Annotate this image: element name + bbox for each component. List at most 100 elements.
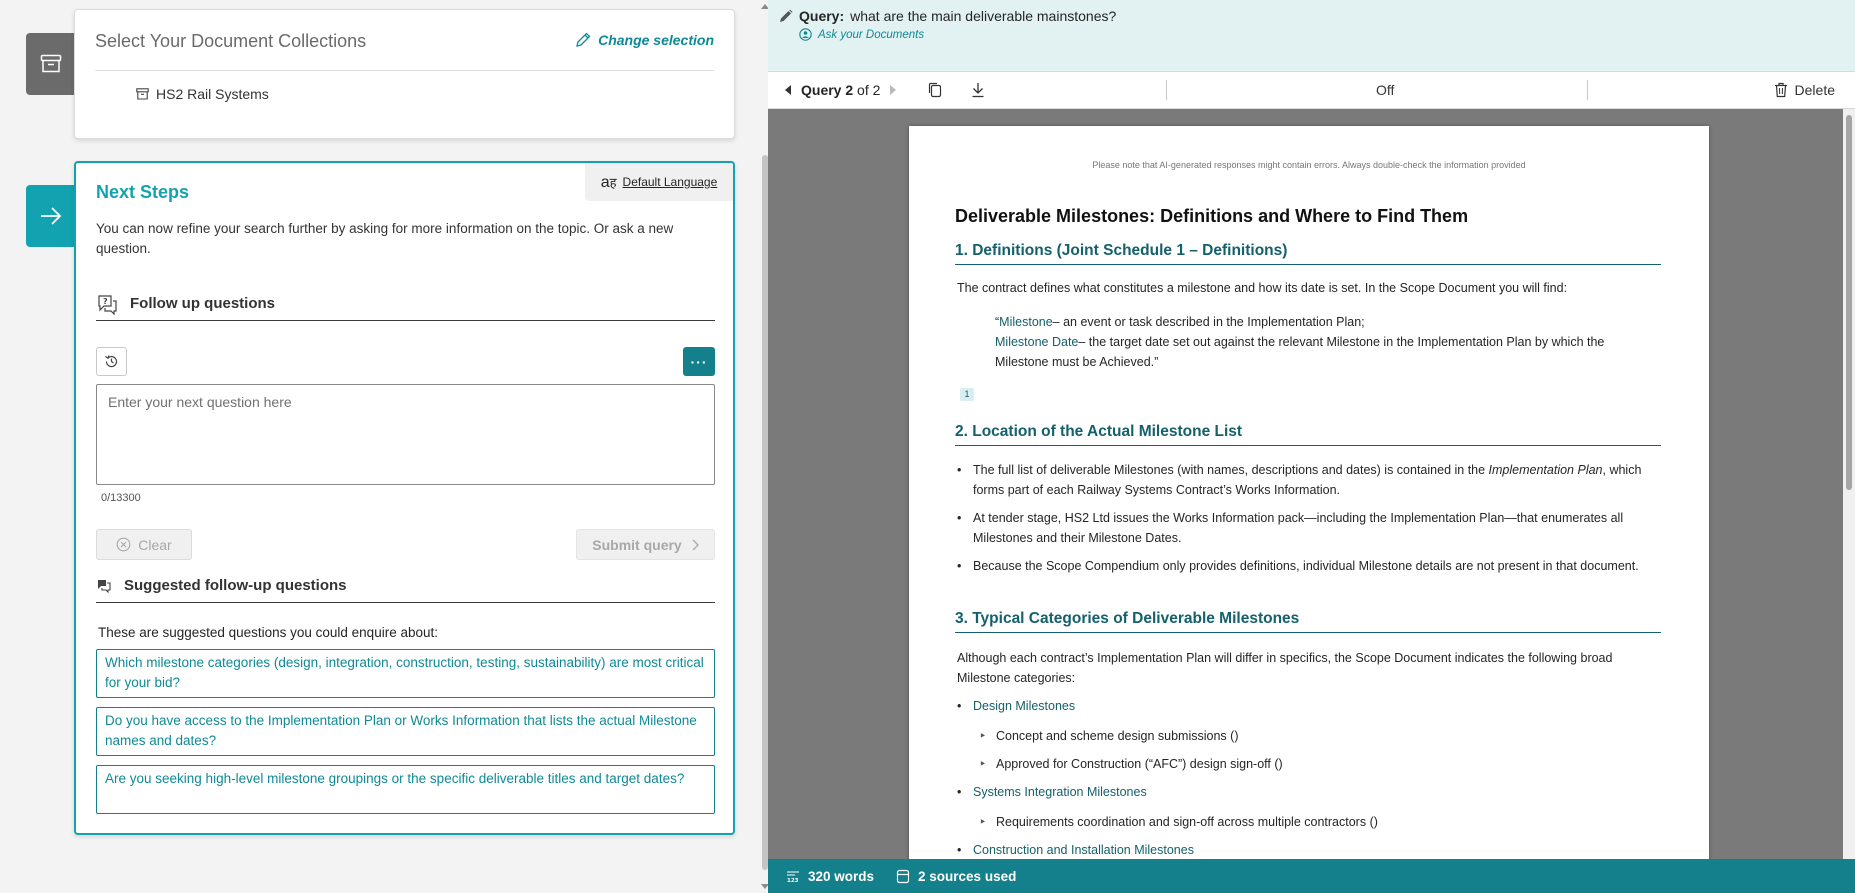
suggested-title: Suggested follow-up questions — [124, 577, 347, 594]
paragraph: The contract defines what constitutes a … — [957, 281, 1568, 295]
query-word: Query — [801, 82, 842, 98]
user-circle-icon — [799, 28, 812, 41]
arrow-right-icon — [41, 207, 62, 225]
query-navigation: Query 2 of 2 Off Delete — [768, 71, 1855, 109]
citation-badge[interactable]: 1 — [960, 388, 974, 401]
language-label: Default Language — [622, 175, 718, 189]
collection-item: HS2 Rail Systems — [136, 86, 269, 102]
chat-question-icon: ? — [98, 294, 117, 315]
svg-text:123: 123 — [787, 878, 799, 883]
list-emphasis: Implementation Plan — [1488, 463, 1603, 477]
svg-text:?: ? — [103, 297, 108, 306]
response-panel: Query: what are the main deliverable mai… — [768, 0, 1855, 893]
change-selection-label: Change selection — [598, 32, 714, 48]
document-viewer[interactable]: Please note that AI-generated responses … — [768, 109, 1855, 859]
next-steps-description: You can now refine your search further b… — [96, 221, 674, 256]
submit-query-button[interactable]: Submit query — [576, 529, 715, 560]
query-current: 2 — [845, 82, 854, 98]
clear-button[interactable]: Clear — [96, 529, 192, 560]
document-scrollbar[interactable] — [1843, 109, 1855, 859]
collection-item-label: HS2 Rail Systems — [156, 86, 269, 102]
category-item: Construction and Installation Milestones — [957, 840, 1194, 859]
divider — [95, 70, 714, 71]
category-item: Systems Integration Milestones — [957, 782, 1147, 802]
change-selection-button[interactable]: Change selection — [575, 32, 714, 48]
delete-label: Delete — [1794, 82, 1835, 98]
scroll-thumb[interactable] — [1846, 115, 1852, 490]
subcategory-item: Requirements coordination and sign-off a… — [979, 812, 1378, 832]
list-text: The full list of deliverable Milestones … — [973, 463, 1489, 477]
ai-disclaimer: Please note that AI-generated responses … — [1092, 160, 1526, 170]
character-counter: 0/13300 — [101, 492, 141, 504]
left-panel: Select Your Document Collections Change … — [0, 0, 755, 893]
term: Milestone Date — [995, 335, 1079, 349]
collections-card: Select Your Document Collections Change … — [74, 9, 735, 139]
next-steps-tab[interactable] — [26, 185, 76, 247]
suggested-question[interactable]: Do you have access to the Implementation… — [96, 707, 715, 756]
archive-icon — [136, 88, 149, 100]
subcategory-item: Approved for Construction (“AFC”) design… — [979, 754, 1283, 774]
quote-line: Milestone Date– the target date set out … — [995, 332, 1625, 372]
query-counter: Query 2 of 2 — [801, 82, 880, 98]
suggested-heading: Suggested follow-up questions — [96, 569, 715, 603]
toggle-state[interactable]: Off — [1376, 82, 1394, 98]
clear-icon — [116, 537, 131, 552]
term: Milestone — [999, 315, 1053, 329]
history-icon — [105, 355, 118, 368]
document-page: Please note that AI-generated responses … — [909, 126, 1709, 859]
pencil-icon — [576, 32, 591, 47]
divider — [1166, 80, 1167, 100]
list-item: At tender stage, HS2 Ltd issues the Work… — [957, 508, 1662, 548]
word-count-icon: 123 — [787, 871, 799, 883]
copy-icon[interactable] — [928, 82, 942, 98]
history-button[interactable] — [96, 347, 127, 376]
suggested-question[interactable]: Which milestone categories (design, inte… — [96, 649, 715, 698]
language-button[interactable]: aह Default Language — [585, 163, 733, 201]
ask-documents-link[interactable]: Ask your Documents — [799, 28, 924, 41]
query-label: Query: — [799, 8, 845, 24]
ellipsis-icon: ··· — [690, 353, 708, 370]
query-line: Query: what are the main deliverable mai… — [779, 8, 1116, 24]
archive-icon — [40, 54, 62, 73]
category-item: Design Milestones — [957, 696, 1075, 716]
trash-icon — [1774, 82, 1787, 98]
document-title: Deliverable Milestones: Definitions and … — [955, 206, 1469, 226]
delete-button[interactable]: Delete — [1774, 82, 1835, 98]
word-count-label: 320 words — [808, 868, 875, 884]
collections-title: Select Your Document Collections — [95, 31, 367, 51]
query-bar: Query: what are the main deliverable mai… — [768, 0, 1855, 71]
divider — [1587, 80, 1588, 100]
next-arrow-icon[interactable] — [889, 84, 897, 96]
chat-bubbles-icon — [98, 579, 111, 593]
query-text: what are the main deliverable mainstones… — [850, 8, 1117, 24]
database-icon — [896, 869, 910, 883]
collections-tab[interactable] — [26, 33, 76, 95]
list-item: The full list of deliverable Milestones … — [957, 460, 1662, 500]
suggested-intro: These are suggested questions you could … — [98, 625, 438, 640]
next-steps-card: aह Default Language Next Steps You can n… — [74, 161, 735, 835]
word-count: 123 320 words — [786, 869, 874, 884]
section-heading: 3. Typical Categories of Deliverable Mil… — [955, 610, 1661, 633]
suggested-question[interactable]: Are you seeking high-level milestone gro… — [96, 765, 715, 814]
paragraph: Although each contract’s Implementation … — [957, 651, 1613, 685]
quote-text: – the target date set out against the re… — [995, 335, 1605, 369]
submit-label: Submit query — [592, 536, 682, 553]
more-options-button[interactable]: ··· — [683, 347, 715, 376]
question-input[interactable] — [96, 384, 715, 485]
sources-count[interactable]: 2 sources used — [896, 869, 1016, 884]
chevron-right-icon — [692, 539, 699, 550]
download-icon[interactable] — [971, 82, 985, 98]
quote-line: “Milestone– an event or task described i… — [995, 312, 1625, 332]
follow-up-title: Follow up questions — [130, 295, 275, 312]
sources-label: 2 sources used — [918, 868, 1017, 884]
pencil-icon[interactable] — [779, 9, 793, 23]
prev-arrow-icon[interactable] — [784, 84, 792, 96]
subcategory-item: Concept and scheme design submissions () — [979, 726, 1238, 746]
ask-documents-label: Ask your Documents — [818, 28, 925, 41]
query-total: of 2 — [857, 82, 881, 98]
query-pager: Query 2 of 2 — [784, 82, 985, 98]
next-steps-title: Next Steps — [96, 182, 190, 202]
list-item: Because the Scope Compendium only provid… — [957, 556, 1662, 576]
section-heading: 1. Definitions (Joint Schedule 1 – Defin… — [955, 242, 1661, 265]
quote-text: – an event or task described in the Impl… — [1052, 315, 1365, 329]
